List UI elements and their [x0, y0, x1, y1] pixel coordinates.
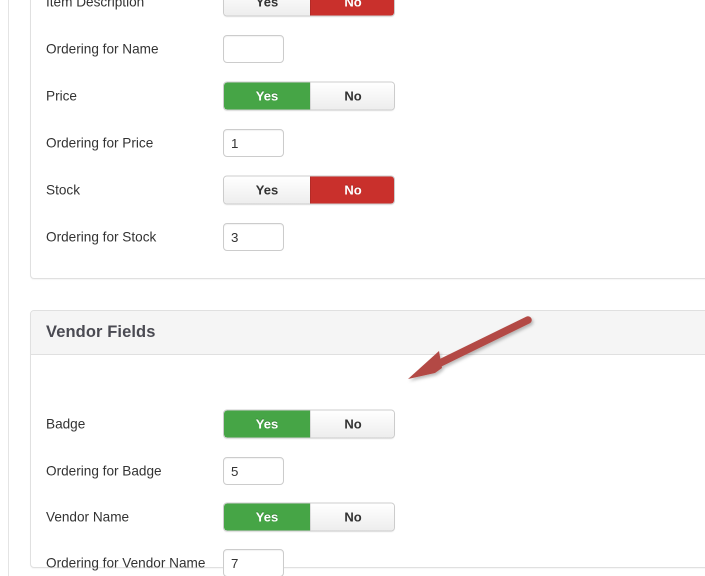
switch-vendor-name[interactable]: Yes No: [223, 502, 395, 532]
control-price: Yes No: [223, 81, 395, 111]
switch-no-option[interactable]: No: [310, 176, 394, 204]
switch-divider: [310, 0, 311, 16]
control-ordering-for-vendor-name: [223, 549, 284, 576]
switch-price[interactable]: Yes No: [223, 81, 395, 111]
screenshot-root: Item Description Yes No Ordering for Nam…: [0, 0, 705, 576]
label-badge: Badge: [46, 416, 86, 432]
switch-yes-option[interactable]: Yes: [224, 176, 310, 204]
item-fields-panel: Item Description Yes No Ordering for Nam…: [30, 0, 705, 279]
control-ordering-for-price: [223, 129, 284, 157]
switch-no-option[interactable]: No: [310, 82, 394, 110]
switch-divider: [310, 503, 311, 531]
switch-no-option[interactable]: No: [310, 410, 394, 438]
form-row-ordering-for-name: Ordering for Name: [31, 33, 705, 65]
label-stock: Stock: [46, 182, 80, 198]
switch-divider: [310, 82, 311, 110]
switch-yes-option[interactable]: Yes: [224, 503, 310, 531]
label-ordering-for-price: Ordering for Price: [46, 135, 154, 151]
label-ordering-for-vendor-name: Ordering for Vendor Name: [46, 555, 206, 571]
form-row-vendor-name: Vendor Name Yes No: [31, 501, 705, 533]
form-row-ordering-for-badge: Ordering for Badge: [31, 455, 705, 487]
control-ordering-for-badge: [223, 457, 284, 485]
vendor-fields-panel: Vendor Fields Badge Yes No Ordering for …: [30, 310, 705, 576]
label-ordering-for-badge: Ordering for Badge: [46, 463, 162, 479]
control-stock: Yes No: [223, 175, 395, 205]
switch-no-option[interactable]: No: [310, 503, 394, 531]
input-ordering-for-vendor-name[interactable]: [223, 549, 284, 576]
control-ordering-for-name: [223, 35, 284, 63]
switch-no-option[interactable]: No: [310, 0, 394, 16]
form-row-ordering-for-vendor-name: Ordering for Vendor Name: [31, 547, 705, 576]
switch-item-description[interactable]: Yes No: [223, 0, 395, 17]
switch-yes-option[interactable]: Yes: [224, 410, 310, 438]
label-item-description: Item Description: [46, 0, 145, 10]
switch-divider: [310, 410, 311, 438]
input-ordering-for-badge[interactable]: [223, 457, 284, 485]
control-ordering-for-stock: [223, 223, 284, 251]
switch-divider: [310, 176, 311, 204]
input-ordering-for-name[interactable]: [223, 35, 284, 63]
label-price: Price: [46, 88, 77, 104]
form-row-badge: Badge Yes No: [31, 408, 705, 440]
container-left-rule: [8, 0, 9, 576]
form-row-item-description: Item Description Yes No: [31, 0, 705, 18]
label-ordering-for-name: Ordering for Name: [46, 41, 159, 57]
control-vendor-name: Yes No: [223, 502, 395, 532]
label-vendor-name: Vendor Name: [46, 509, 130, 525]
label-ordering-for-stock: Ordering for Stock: [46, 229, 157, 245]
form-row-stock: Stock Yes No: [31, 174, 705, 206]
form-row-ordering-for-stock: Ordering for Stock: [31, 221, 705, 253]
switch-yes-option[interactable]: Yes: [224, 0, 310, 16]
input-ordering-for-price[interactable]: [223, 129, 284, 157]
switch-badge[interactable]: Yes No: [223, 409, 395, 439]
vendor-fields-title: Vendor Fields: [46, 323, 156, 341]
vendor-fields-panel-heading: Vendor Fields: [31, 311, 705, 355]
input-ordering-for-stock[interactable]: [223, 223, 284, 251]
form-row-ordering-for-price: Ordering for Price: [31, 127, 705, 159]
form-row-price: Price Yes No: [31, 80, 705, 112]
switch-yes-option[interactable]: Yes: [224, 82, 310, 110]
control-item-description: Yes No: [223, 0, 395, 17]
control-badge: Yes No: [223, 409, 395, 439]
switch-stock[interactable]: Yes No: [223, 175, 395, 205]
